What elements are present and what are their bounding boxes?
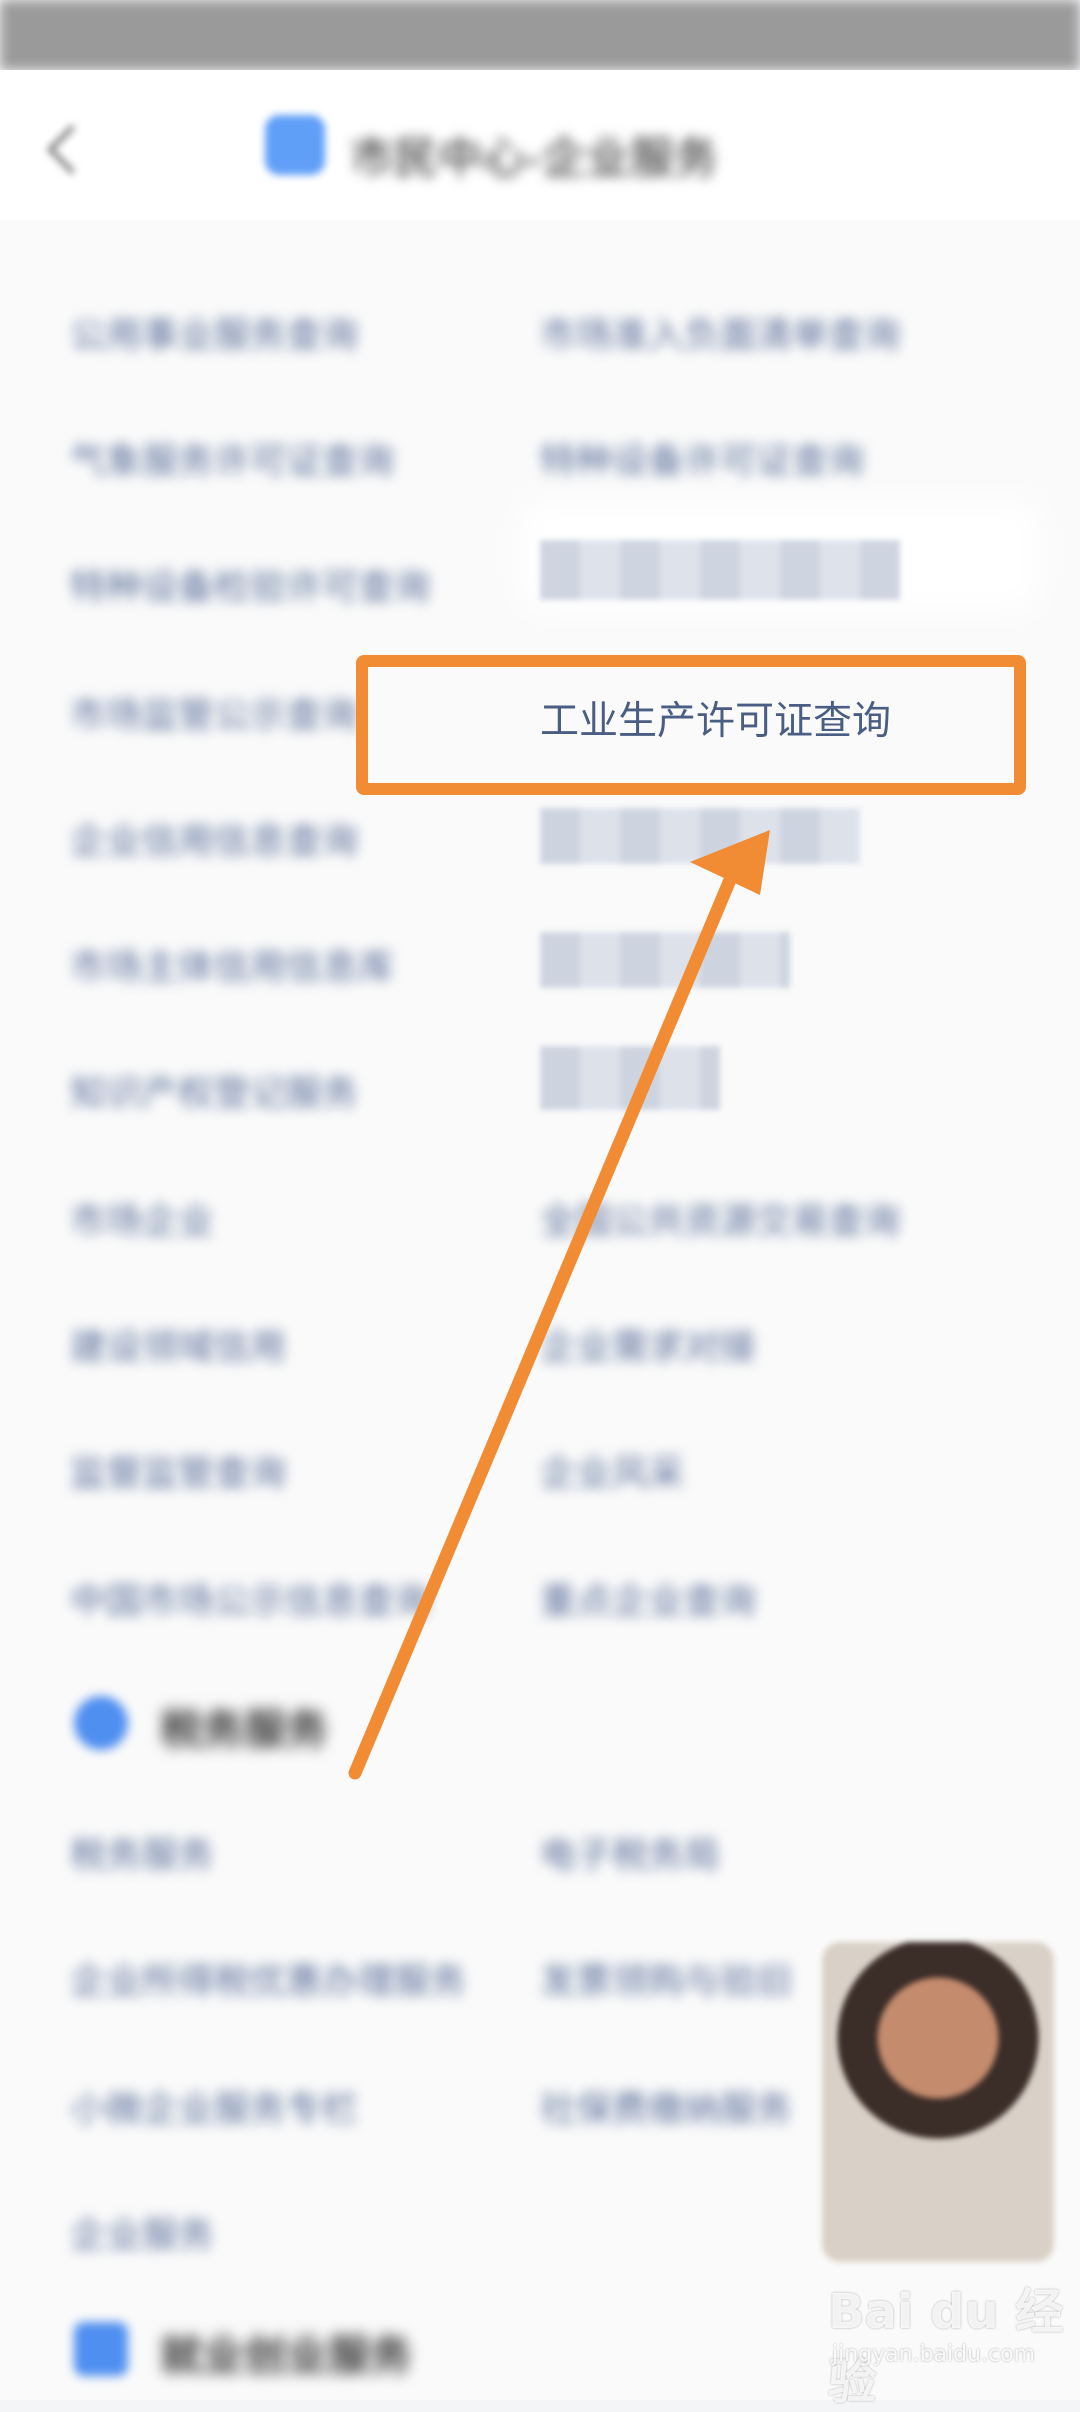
watermark-url: jingyan.baidu.com xyxy=(832,2342,1036,2367)
floating-video-thumbnail[interactable] xyxy=(822,1942,1054,2262)
baidu-jingyan-watermark: Bai du 经验 jingyan.baidu.com xyxy=(828,2272,1068,2410)
